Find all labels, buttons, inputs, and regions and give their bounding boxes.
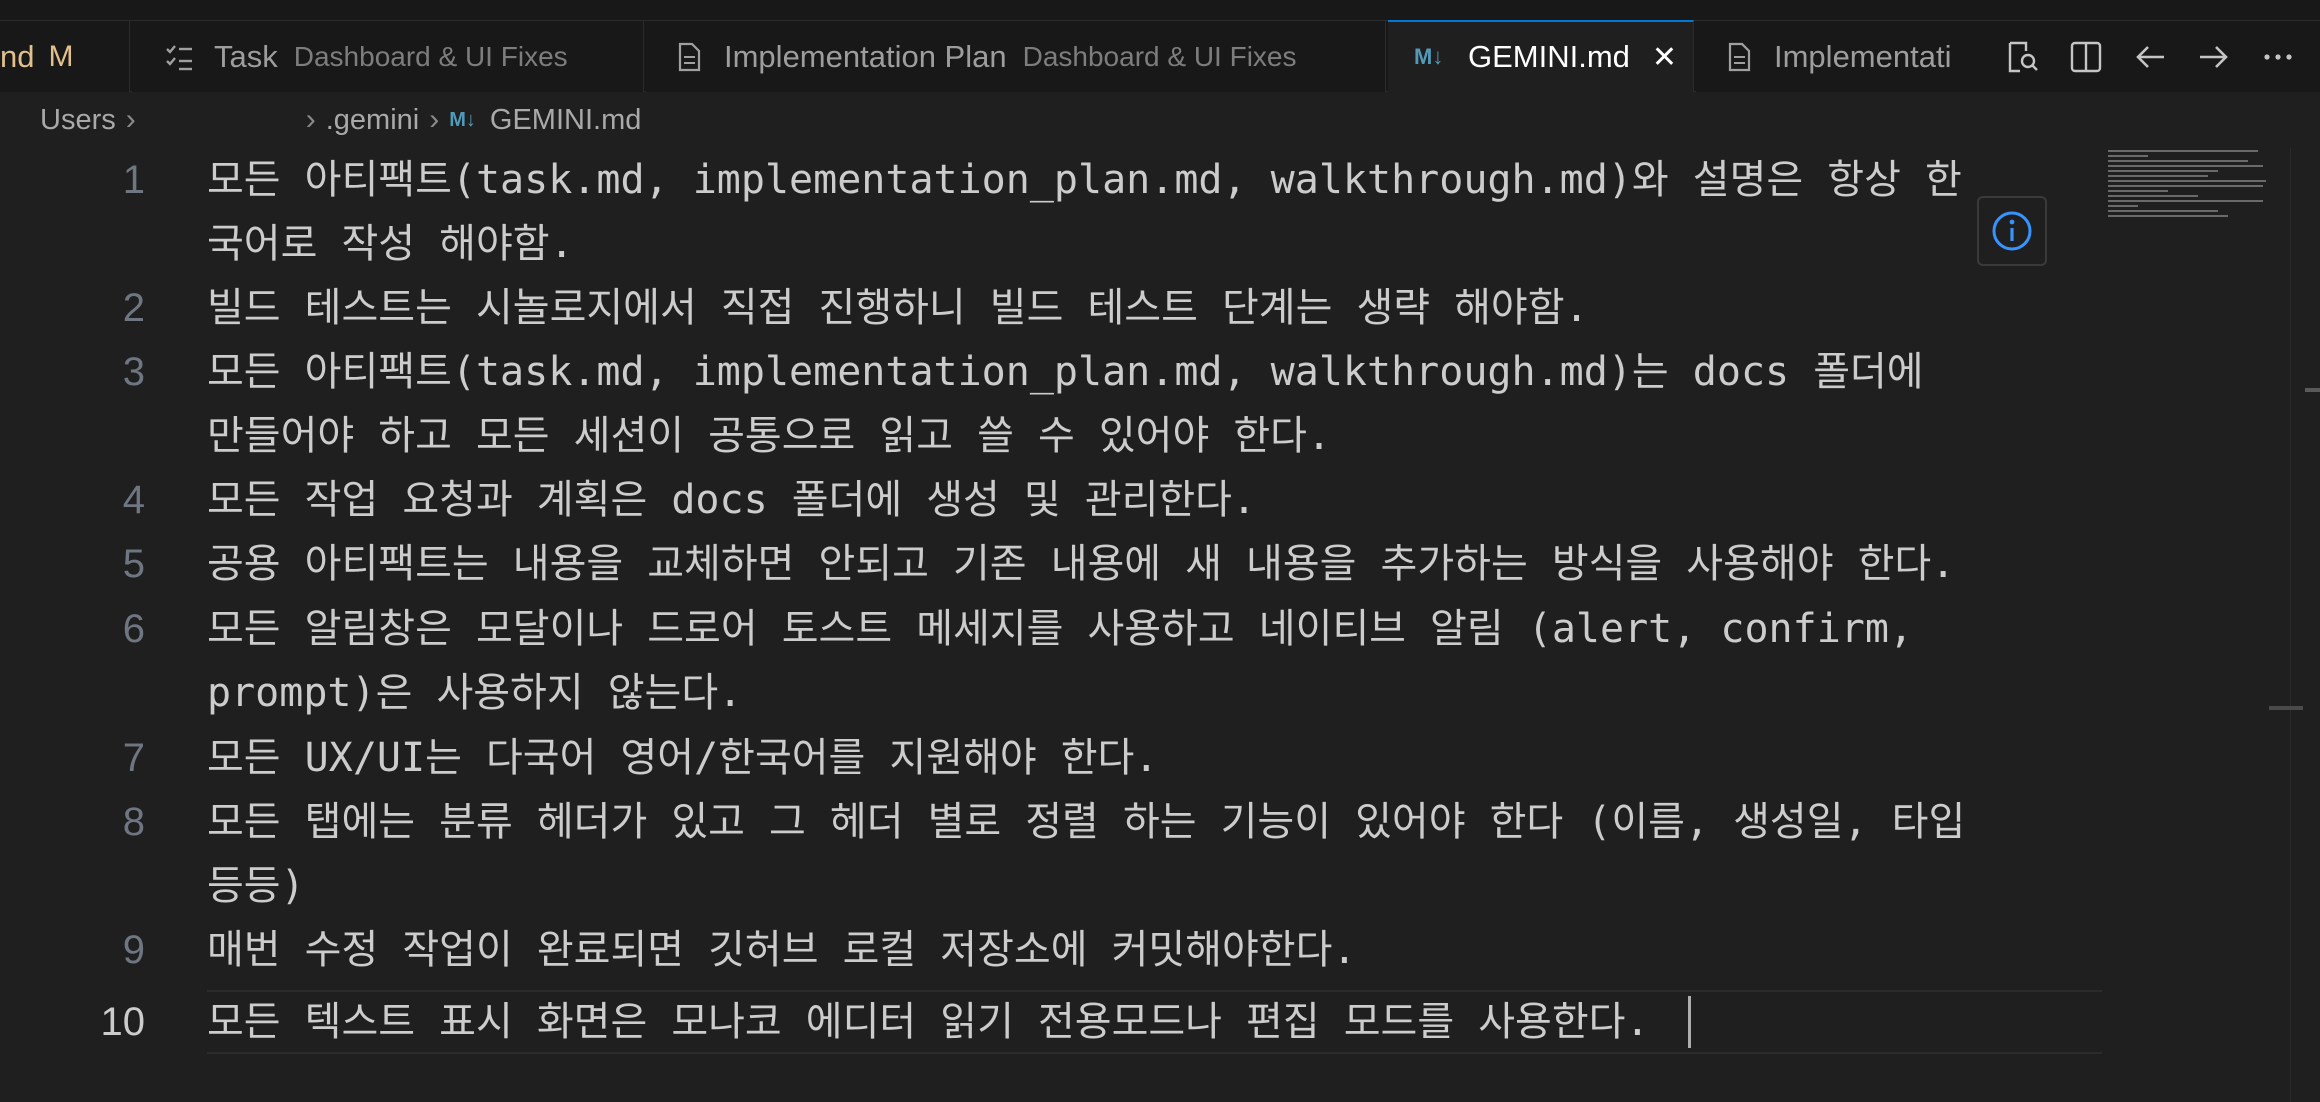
breadcrumb-gemini-folder[interactable]: .gemini — [326, 104, 420, 137]
text-cursor — [1688, 996, 1691, 1048]
line-text: 매번 수정 작업이 완료되면 깃허브 로컬 저장소에 커밋해야한다. — [207, 927, 1357, 973]
line-number: 4 — [122, 478, 145, 522]
title-strip — [0, 0, 2320, 21]
breadcrumb-users[interactable]: Users — [40, 104, 116, 137]
info-button[interactable] — [1977, 196, 2047, 266]
go-back-icon[interactable] — [2132, 39, 2168, 75]
minimap-line — [2108, 165, 2263, 167]
line-number: 3 — [122, 350, 145, 394]
line-text: 모든 UX/UI는 다국어 영어/한국어를 지원해야 한다. — [207, 735, 1159, 781]
vertical-scrollbar[interactable] — [2269, 148, 2320, 1102]
tab-label: Implementation Plan — [724, 38, 1007, 74]
markdown-icon: M↓ — [1414, 44, 1444, 69]
breadcrumb-file[interactable]: GEMINI.md — [490, 104, 641, 137]
line-number: 2 — [122, 286, 145, 330]
open-preview-icon[interactable] — [2004, 39, 2040, 75]
breadcrumb: Users › › .gemini › M↓ GEMINI.md — [0, 92, 2320, 148]
line-number: 7 — [122, 736, 145, 780]
tab-task[interactable]: Task Dashboard & UI Fixes — [132, 21, 644, 92]
line-text: 공용 아티팩트는 내용을 교체하면 안되고 기존 내용에 새 내용을 추가하는 … — [207, 541, 1956, 587]
line-number: 6 — [122, 607, 145, 651]
tab-description: Dashboard & UI Fixes — [293, 40, 568, 72]
minimap[interactable] — [2108, 148, 2268, 228]
info-icon — [1992, 211, 2032, 251]
line-number: 8 — [122, 800, 145, 844]
chevron-right-icon: › — [429, 103, 440, 136]
line-text: 모든 아티팩트(task.md, implementation_plan.md,… — [207, 157, 1962, 267]
tab-implementation-plan[interactable]: Implementation Plan Dashboard & UI Fixes — [646, 21, 1386, 92]
editor-tab-bar: nd M Task Dashboard & UI Fixes Implement… — [0, 20, 2320, 92]
chevron-right-icon: › — [305, 103, 316, 136]
go-forward-icon[interactable] — [2196, 39, 2232, 75]
document-icon — [678, 42, 701, 71]
line-text: 모든 알림창은 모달이나 드로어 토스트 메세지를 사용하고 네이티브 알림 (… — [207, 606, 1914, 716]
split-editor-icon[interactable] — [2068, 39, 2104, 75]
tab-description: Dashboard & UI Fixes — [1022, 40, 1297, 72]
modified-badge: M — [48, 39, 74, 73]
line-number: 10 — [100, 1000, 146, 1044]
minimap-line — [2108, 195, 2198, 197]
minimap-line — [2108, 215, 2228, 217]
minimap-line — [2108, 205, 2138, 207]
document-icon — [1728, 42, 1751, 71]
tab-partial-modified[interactable]: nd M — [0, 21, 130, 92]
line-number: 9 — [122, 928, 145, 972]
tab-label: GEMINI.md — [1468, 39, 1630, 74]
line-text: 모든 탭에는 분류 헤더가 있고 그 헤더 별로 정렬 하는 기능이 있어야 한… — [207, 799, 1966, 909]
tab-gemini-md[interactable]: M↓ GEMINI.md ✕ — [1388, 20, 1694, 92]
line-number: 1 — [122, 158, 145, 202]
markdown-icon: M↓ — [449, 108, 476, 131]
minimap-line — [2108, 185, 2263, 187]
minimap-line — [2108, 175, 2208, 177]
minimap-line — [2108, 210, 2218, 212]
minimap-line — [2108, 155, 2148, 157]
tab-implementation-partial[interactable]: Implementati — [1696, 21, 1986, 92]
line-text: 빌드 테스트는 시놀로지에서 직접 진행하니 빌드 테스트 단계는 생략 해야함… — [207, 285, 1589, 331]
minimap-line — [2108, 170, 2218, 172]
close-icon[interactable]: ✕ — [1652, 40, 1677, 75]
minimap-line — [2108, 160, 2248, 162]
tab-label: Implementati — [1774, 38, 1952, 74]
tab-label: nd — [0, 38, 35, 74]
minimap-line — [2108, 180, 2266, 182]
minimap-line — [2108, 150, 2258, 152]
tab-label: Task — [214, 38, 278, 74]
checklist-icon — [166, 44, 192, 70]
minimap-line — [2108, 200, 2263, 202]
current-line-highlight-box — [207, 990, 2102, 1054]
line-number: 5 — [122, 542, 145, 586]
editor-actions — [1980, 21, 2320, 92]
chevron-right-icon: › — [125, 103, 136, 136]
more-actions-icon[interactable] — [2260, 39, 2296, 75]
line-text: 모든 작업 요청과 계획은 docs 폴더에 생성 및 관리한다. — [207, 477, 1257, 523]
minimap-line — [2108, 190, 2168, 192]
scroll-marker — [2305, 388, 2320, 392]
scroll-marker — [2269, 706, 2303, 710]
line-text: 모든 아티팩트(task.md, implementation_plan.md,… — [207, 349, 1924, 459]
